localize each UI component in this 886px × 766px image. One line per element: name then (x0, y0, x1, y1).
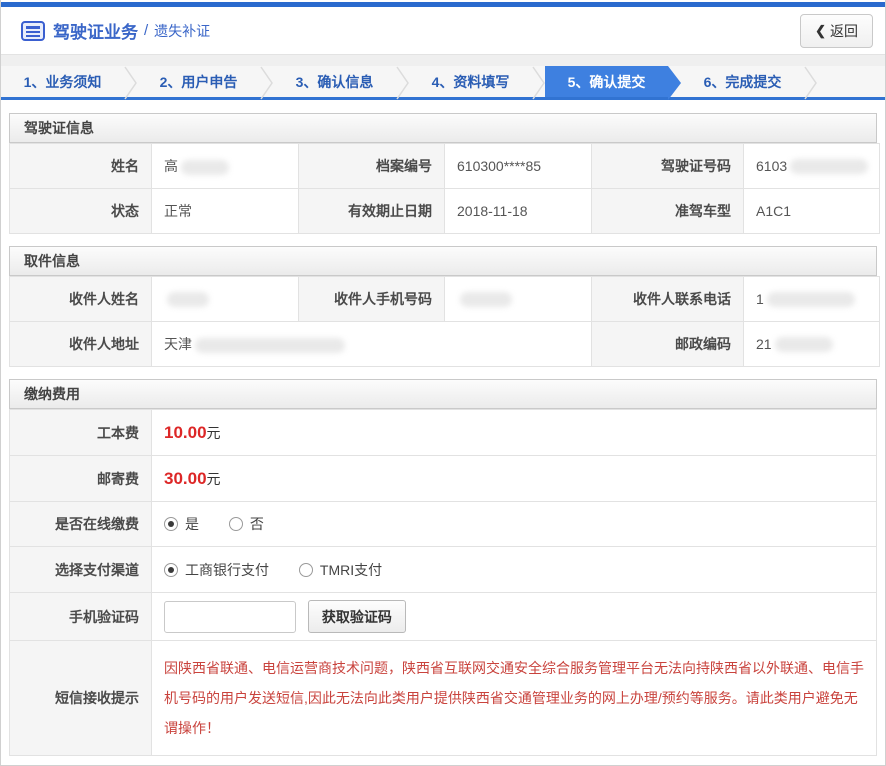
form-icon (21, 21, 45, 41)
radio-online-pay-yes[interactable]: 是 (164, 514, 199, 534)
license-info-table: 姓名 高 档案编号 610300****85 驾驶证号码 6103 状态 正常 … (9, 143, 880, 234)
back-button[interactable]: ❮ 返回 (800, 14, 873, 48)
recipient-name-label: 收件人姓名 (10, 277, 152, 322)
table-row: 短信接收提示 因陕西省联通、电信运营商技术问题，陕西省互联网交通安全综合服务管理… (10, 641, 877, 756)
radio-icon (299, 563, 313, 577)
table-row: 姓名 高 档案编号 610300****85 驾驶证号码 6103 (10, 144, 880, 189)
step-separator (804, 66, 817, 97)
back-button-label: 返回 (830, 21, 858, 41)
pickup-info-table: 收件人姓名 收件人手机号码 收件人联系电话 1 收件人地址 天津 邮政编码 21 (9, 276, 880, 367)
recipient-address-value: 天津 (152, 322, 592, 367)
step-separator (532, 66, 545, 97)
online-pay-label: 是否在线缴费 (10, 502, 152, 547)
radio-channel-tmri[interactable]: TMRI支付 (299, 560, 382, 580)
sms-code-input[interactable] (164, 601, 296, 633)
work-fee-value: 10.00元 (152, 410, 877, 456)
vehicle-type-value: A1C1 (744, 189, 880, 234)
page: 驾驶证业务 / 遗失补证 ❮ 返回 1、业务须知 2、用户申告 3、确认信息 4… (0, 0, 886, 766)
step-bar: 1、业务须知 2、用户申告 3、确认信息 4、资料填写 5、确认提交 6、完成提… (1, 66, 885, 100)
step-bar-filler (817, 66, 885, 97)
step-3-confirm-info[interactable]: 3、确认信息 (273, 66, 396, 97)
vehicle-type-label: 准驾车型 (592, 189, 744, 234)
step-separator (396, 66, 409, 97)
header-divider-band (1, 55, 885, 66)
payment-section-title: 缴纳费用 (9, 379, 877, 409)
table-row: 收件人姓名 收件人手机号码 收件人联系电话 1 (10, 277, 880, 322)
recipient-mobile-value (445, 277, 592, 322)
redaction-blur (195, 338, 345, 353)
step-separator (124, 66, 137, 97)
online-pay-options: 是 否 (152, 502, 877, 547)
page-title: 驾驶证业务 (53, 18, 138, 43)
file-number-value: 610300****85 (445, 144, 592, 189)
file-number-label: 档案编号 (299, 144, 445, 189)
recipient-phone-label: 收件人联系电话 (592, 277, 744, 322)
table-row: 工本费 10.00元 (10, 410, 877, 456)
chevron-left-icon: ❮ (815, 23, 826, 39)
license-number-value: 6103 (744, 144, 880, 189)
redaction-blur (790, 159, 868, 174)
pickup-info-section: 取件信息 收件人姓名 收件人手机号码 收件人联系电话 1 收件人地址 天津 邮政… (9, 246, 877, 367)
sms-notice-cell: 因陕西省联通、电信运营商技术问题，陕西省互联网交通安全综合服务管理平台无法向持陕… (152, 641, 877, 756)
name-value: 高 (152, 144, 299, 189)
header: 驾驶证业务 / 遗失补证 ❮ 返回 (1, 7, 885, 55)
step-separator (260, 66, 273, 97)
status-label: 状态 (10, 189, 152, 234)
payment-table: 工本费 10.00元 邮寄费 30.00元 是否在线缴费 是 否 选择支付渠道 … (9, 409, 877, 756)
radio-online-pay-no[interactable]: 否 (229, 514, 264, 534)
license-section-title: 驾驶证信息 (9, 113, 877, 143)
sms-notice-label: 短信接收提示 (10, 641, 152, 756)
step-4-fill-data[interactable]: 4、资料填写 (409, 66, 532, 97)
breadcrumb-current: 遗失补证 (154, 21, 210, 41)
redaction-blur (775, 337, 833, 352)
step-6-complete-submit[interactable]: 6、完成提交 (681, 66, 804, 97)
redaction-blur (767, 292, 855, 307)
recipient-name-value (152, 277, 299, 322)
redaction-blur (460, 292, 512, 307)
radio-channel-icbc[interactable]: 工商银行支付 (164, 560, 269, 580)
recipient-mobile-label: 收件人手机号码 (299, 277, 445, 322)
radio-icon (229, 517, 243, 531)
post-fee-value: 30.00元 (152, 456, 877, 502)
table-row: 邮寄费 30.00元 (10, 456, 877, 502)
table-row: 状态 正常 有效期止日期 2018-11-18 准驾车型 A1C1 (10, 189, 880, 234)
name-label: 姓名 (10, 144, 152, 189)
sms-notice-text: 因陕西省联通、电信运营商技术问题，陕西省互联网交通安全综合服务管理平台无法向持陕… (164, 649, 864, 747)
post-fee-label: 邮寄费 (10, 456, 152, 502)
license-info-section: 驾驶证信息 姓名 高 档案编号 610300****85 驾驶证号码 6103 … (9, 113, 877, 234)
status-value: 正常 (152, 189, 299, 234)
expiry-value: 2018-11-18 (445, 189, 592, 234)
table-row: 选择支付渠道 工商银行支付 TMRI支付 (10, 547, 877, 593)
breadcrumb-separator: / (144, 22, 148, 39)
zip-code-label: 邮政编码 (592, 322, 744, 367)
radio-icon (164, 517, 178, 531)
sms-code-cell: 获取验证码 (152, 593, 877, 641)
license-number-label: 驾驶证号码 (592, 144, 744, 189)
footer-actions: 上一步 完成 (1, 756, 885, 766)
recipient-phone-value: 1 (744, 277, 880, 322)
sms-code-label: 手机验证码 (10, 593, 152, 641)
pay-channel-options: 工商银行支付 TMRI支付 (152, 547, 877, 593)
table-row: 是否在线缴费 是 否 (10, 502, 877, 547)
get-code-button[interactable]: 获取验证码 (308, 600, 406, 633)
step-5-confirm-submit[interactable]: 5、确认提交 (545, 66, 668, 97)
table-row: 手机验证码 获取验证码 (10, 593, 877, 641)
radio-icon (164, 563, 178, 577)
work-fee-amount: 10.00 (164, 423, 207, 442)
table-row: 收件人地址 天津 邮政编码 21 (10, 322, 880, 367)
zip-code-value: 21 (744, 322, 880, 367)
step-1-notice[interactable]: 1、业务须知 (1, 66, 124, 97)
pickup-section-title: 取件信息 (9, 246, 877, 276)
pay-channel-label: 选择支付渠道 (10, 547, 152, 593)
work-fee-label: 工本费 (10, 410, 152, 456)
payment-section: 缴纳费用 工本费 10.00元 邮寄费 30.00元 是否在线缴费 是 否 选择… (9, 379, 877, 756)
post-fee-amount: 30.00 (164, 469, 207, 488)
expiry-label: 有效期止日期 (299, 189, 445, 234)
work-fee-unit: 元 (207, 425, 221, 441)
post-fee-unit: 元 (207, 471, 221, 487)
recipient-address-label: 收件人地址 (10, 322, 152, 367)
redaction-blur (181, 160, 229, 175)
redaction-blur (167, 292, 209, 307)
step-2-declaration[interactable]: 2、用户申告 (137, 66, 260, 97)
